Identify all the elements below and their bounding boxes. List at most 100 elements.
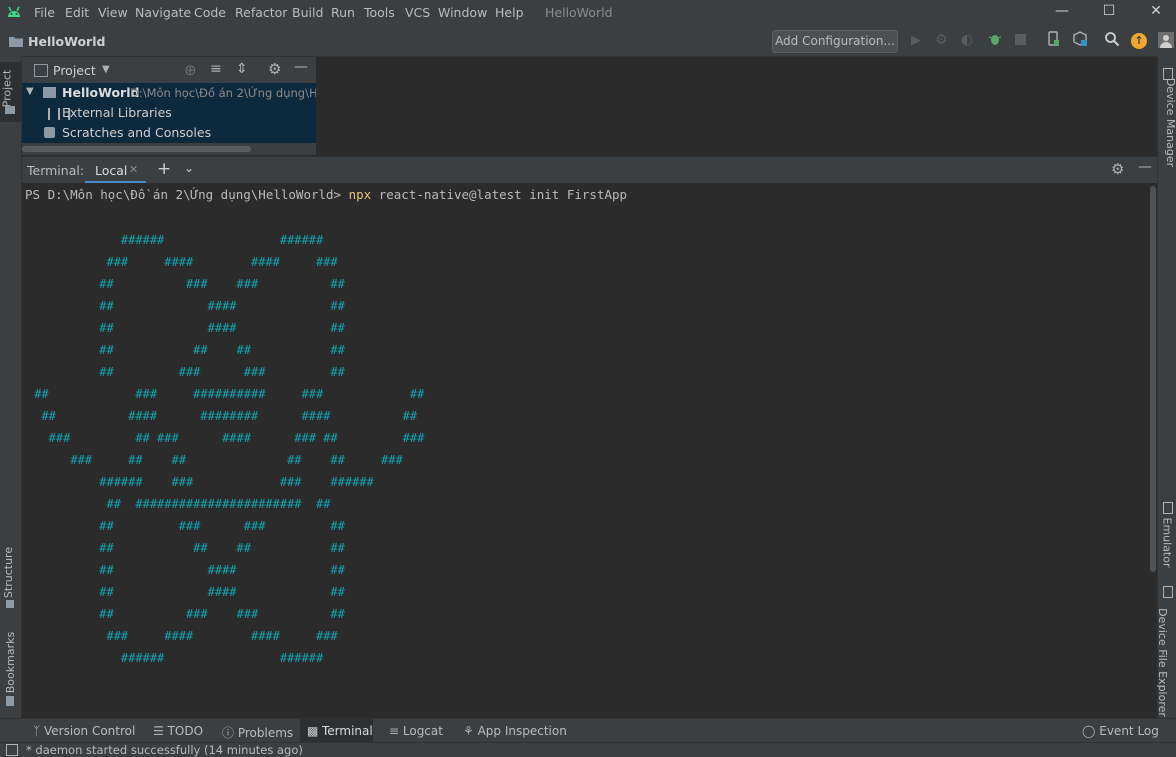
collapse-all-icon[interactable]: ⇕: [236, 61, 248, 77]
layout-toggle-icon[interactable]: [6, 744, 18, 756]
event-log-tab[interactable]: ◯ Event Log: [1082, 724, 1159, 738]
android-studio-logo-icon: [6, 5, 22, 22]
event-log-icon: ◯: [1082, 724, 1100, 738]
expand-arrow-icon[interactable]: ▼: [26, 86, 34, 97]
project-view-icon: [34, 64, 48, 77]
right-tool-strip: Device Manager Emulator Device File Expl…: [1156, 56, 1176, 718]
search-icon[interactable]: [1104, 31, 1120, 50]
logcat-tab[interactable]: ≡ Logcat: [389, 724, 443, 738]
maximize-icon[interactable]: ☐: [1099, 3, 1119, 21]
tree-path-helloworld: D:\Môn học\Đồ án 2\Ứng dụng\He: [130, 86, 316, 100]
emulator-tool-label[interactable]: Emulator: [1161, 518, 1174, 568]
problems-tab[interactable]: ⓘ Problems: [222, 724, 293, 741]
device-file-explorer-side-icon: [1163, 586, 1173, 598]
device-manager-tool-label[interactable]: Device Manager: [1164, 78, 1176, 167]
menu-window[interactable]: Window: [438, 5, 487, 20]
add-configuration-button[interactable]: Add Configuration...: [772, 30, 898, 53]
app-inspection-tab[interactable]: ⚘ App Inspection: [463, 724, 567, 738]
menu-build[interactable]: Build: [292, 5, 323, 20]
emulator-side-icon: [1163, 502, 1173, 514]
ascii-line: ## #### ##: [27, 585, 345, 599]
ascii-line: ## #### ##: [27, 321, 345, 335]
todo-tab[interactable]: ☰ TODO: [153, 724, 203, 738]
tree-row-external-libraries[interactable]: ❙❙❙ External Libraries: [22, 103, 316, 123]
ascii-line: ## #### ##: [27, 299, 345, 313]
ascii-line: ## ####################### ##: [27, 497, 331, 511]
menu-edit[interactable]: Edit: [65, 5, 89, 20]
project-tool-label: Project: [0, 69, 14, 108]
terminal-icon: ▩: [307, 724, 319, 738]
minimize-icon[interactable]: —: [1052, 3, 1072, 21]
hide-terminal-icon[interactable]: —: [1138, 159, 1152, 175]
ascii-line: ### #### #### ###: [27, 629, 338, 643]
menu-view[interactable]: View: [98, 5, 128, 20]
tab-close-icon[interactable]: ✕: [129, 163, 138, 176]
folder-icon: [8, 35, 24, 51]
new-tab-icon[interactable]: +: [157, 159, 171, 179]
terminal-label: Terminal:: [27, 163, 85, 178]
locate-icon[interactable]: ⊕: [184, 61, 197, 79]
editor-area: [316, 57, 1156, 155]
menu-help[interactable]: Help: [495, 5, 524, 20]
bookmarks-tool-label[interactable]: Bookmarks: [4, 632, 17, 693]
device-file-explorer-tool-label[interactable]: Device File Explorer: [1156, 608, 1169, 717]
command-keyword: npx: [348, 187, 372, 202]
project-view-selector[interactable]: Project: [53, 63, 96, 78]
scratches-icon: [44, 127, 55, 138]
debug-icon[interactable]: ⚙: [935, 32, 948, 48]
terminal-scrollbar[interactable]: [1150, 186, 1156, 572]
terminal-header: Terminal: Local ✕ + ⌄ ⚙ —: [22, 156, 1157, 184]
run-icon[interactable]: ▶: [911, 33, 921, 48]
version-control-tab[interactable]: ᛉ Version Control: [33, 724, 135, 738]
terminal-tab[interactable]: ▩ Terminal: [300, 719, 373, 743]
project-panel-header: Project ▼ ⊕ ≡ ⇕ ⚙ —: [22, 57, 316, 83]
close-icon[interactable]: ✕: [1146, 3, 1166, 21]
chevron-down-icon[interactable]: ▼: [102, 64, 110, 75]
menu-vcs[interactable]: VCS: [405, 5, 430, 20]
attach-debugger-icon[interactable]: [987, 31, 1003, 50]
bookmark-icon: [6, 696, 14, 706]
expand-all-icon[interactable]: ≡: [210, 61, 222, 77]
ascii-line: ## ### ### ##: [27, 607, 345, 621]
update-icon[interactable]: ↑: [1131, 33, 1147, 49]
menu-code[interactable]: Code: [194, 5, 226, 20]
ascii-line: ### #### #### ###: [27, 255, 338, 269]
terminal-gear-icon[interactable]: ⚙: [1111, 160, 1124, 178]
menu-refactor[interactable]: Refactor: [235, 5, 287, 20]
menu-tools[interactable]: Tools: [364, 5, 395, 20]
status-bar: * daemon started successfully (14 minute…: [0, 742, 1176, 757]
info-icon: ⓘ: [222, 726, 238, 740]
menu-navigate[interactable]: Navigate: [135, 5, 191, 20]
hide-panel-icon[interactable]: —: [294, 59, 308, 75]
ascii-line: ###### ### ### ######: [27, 475, 374, 489]
tab-local-label: Local: [95, 163, 128, 178]
list-icon: ☰: [153, 724, 168, 738]
profile-icon[interactable]: ◐: [961, 32, 973, 48]
gear-icon[interactable]: ⚙: [268, 60, 281, 78]
stop-icon[interactable]: [1015, 34, 1026, 45]
avatar-icon[interactable]: [1158, 32, 1174, 48]
tree-row-scratches[interactable]: Scratches and Consoles: [22, 123, 316, 143]
tree-row-helloworld[interactable]: ▼ HelloWorld D:\Môn học\Đồ án 2\Ứng dụng…: [22, 83, 316, 103]
bottom-tool-bar: ᛉ Version Control ☰ TODO ⓘ Problems ▩ Te…: [0, 718, 1176, 743]
ascii-line: ## ## ## ##: [27, 541, 345, 555]
terminal-tab-label: Terminal: [322, 724, 373, 738]
tab-local[interactable]: Local ✕: [85, 157, 146, 184]
breadcrumb-project[interactable]: HelloWorld: [28, 34, 105, 49]
device-manager-icon[interactable]: [1046, 31, 1060, 50]
menu-run[interactable]: Run: [331, 5, 355, 20]
app-inspection-icon: ⚘: [463, 724, 478, 738]
menu-file[interactable]: File: [34, 5, 55, 20]
status-message: * daemon started successfully (14 minute…: [26, 743, 303, 757]
ascii-line: ### ## ### #### ### ## ###: [27, 431, 425, 445]
command-args: react-native@latest init FirstApp: [371, 187, 628, 202]
react-ascii-logo: ###### ###### ### #### #### ### ## ### #…: [27, 229, 424, 669]
chevron-down-icon[interactable]: ⌄: [184, 161, 194, 175]
ascii-line: ## #### ######## #### ##: [27, 409, 418, 423]
tree-label-helloworld: HelloWorld: [62, 85, 140, 100]
ascii-line: ## ## ## ##: [27, 343, 345, 357]
project-hscrollbar[interactable]: [22, 146, 251, 152]
structure-tool-label[interactable]: Structure: [2, 547, 15, 598]
sdk-manager-icon[interactable]: [1072, 31, 1088, 50]
ascii-line: ###### ######: [27, 651, 324, 665]
